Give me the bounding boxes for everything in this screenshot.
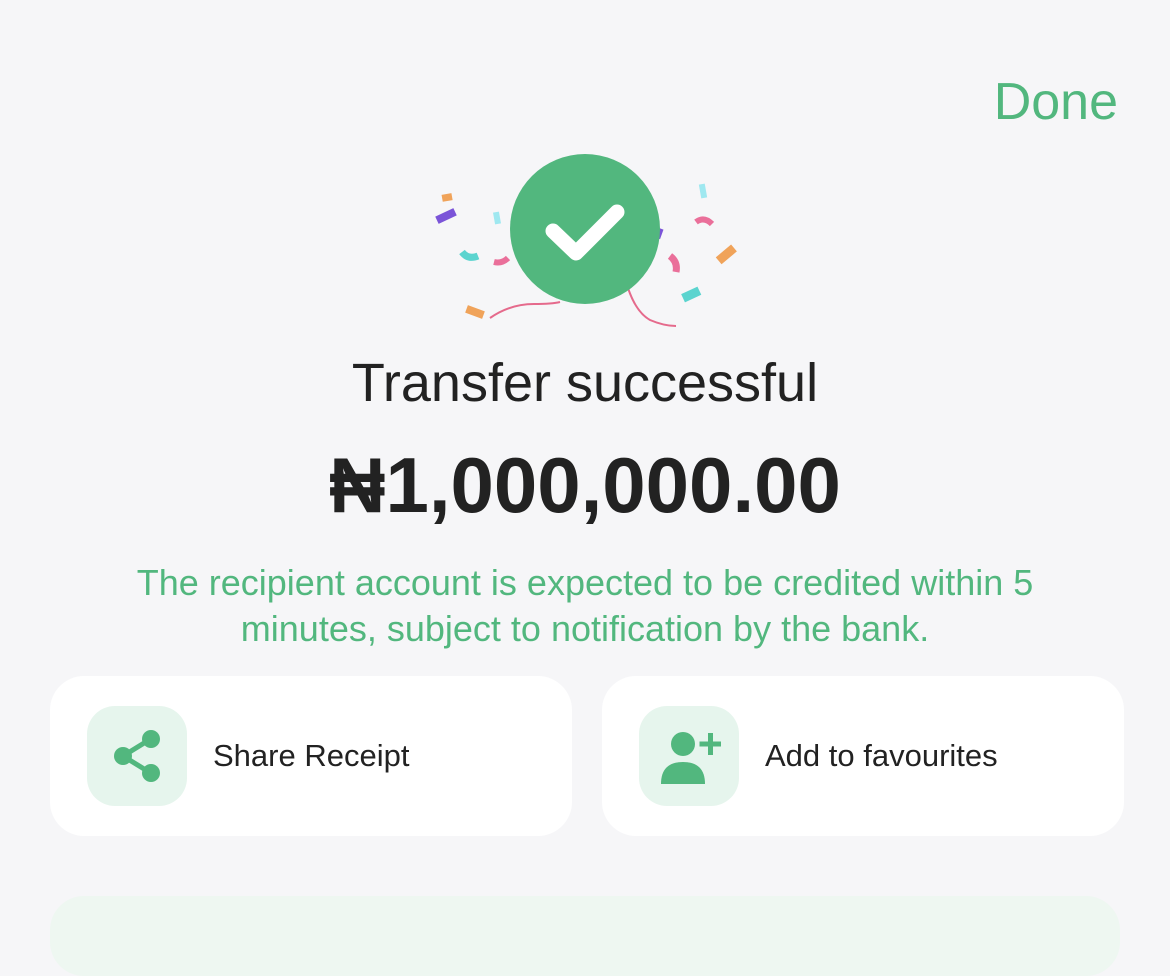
add-to-favourites-button[interactable]: Add to favourites [602,676,1124,836]
share-receipt-label: Share Receipt [213,738,410,773]
share-icon-container [87,706,187,806]
credit-notice: The recipient account is expected to be … [136,562,1034,649]
share-icon [114,730,160,782]
success-circle-icon [510,154,660,304]
result-title: Transfer successful [351,353,819,413]
done-button[interactable]: Done [994,72,1118,132]
add-user-icon-container [639,706,739,806]
add-user-icon [661,732,721,784]
success-illustration [435,154,737,327]
transfer-amount: ₦1,000,000.00 [329,441,841,529]
add-to-favourites-label: Add to favourites [765,738,998,773]
share-receipt-button[interactable]: Share Receipt [50,676,572,836]
bottom-panel [50,896,1120,976]
